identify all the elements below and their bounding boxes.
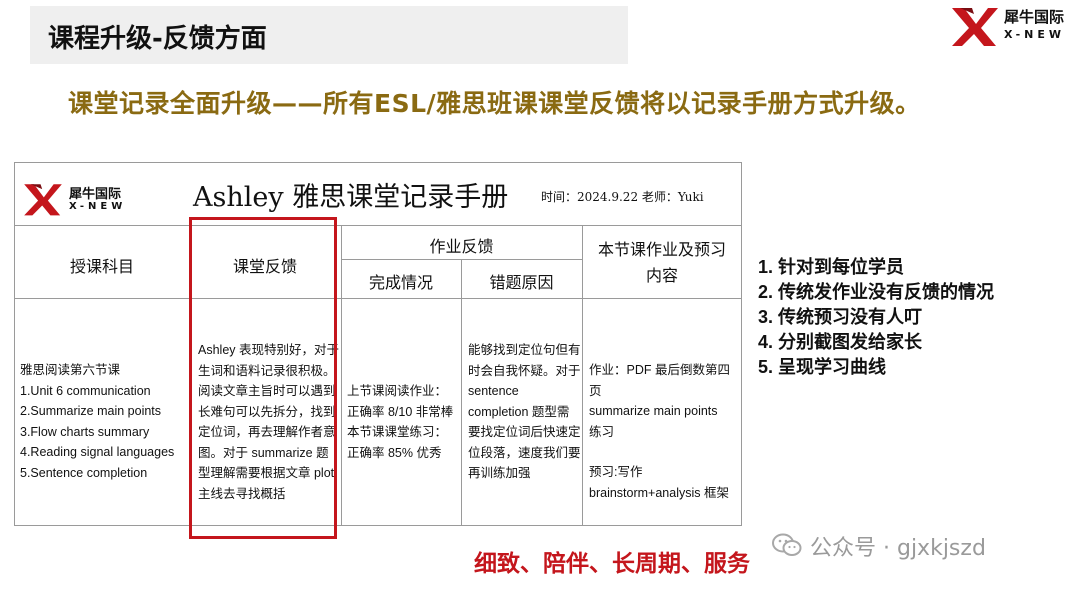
error-line: 再训练加强 [468, 466, 531, 480]
error-line: 要找定位词后快速定 [468, 425, 581, 439]
error-reason-cell: 能够找到定位句但有 时会自我怀疑。对于 sentence completion … [468, 340, 582, 484]
benefit-item: 3. 传统预习没有人叮 [758, 307, 923, 327]
subject-line: 4.Reading signal languages [20, 445, 175, 459]
benefit-list: 1. 针对到每位学员 2. 传统发作业没有反馈的情况 3. 传统预习没有人叮 4… [758, 255, 994, 380]
handbook-logo: 犀牛国际 X-NEW [21, 181, 131, 219]
benefit-item: 4. 分别截图发给家长 [758, 332, 923, 352]
brand-name-en: X-NEW [1004, 28, 1066, 41]
brand-logo: 犀牛国际 X-NEW [950, 4, 1075, 50]
xnew-logo-icon [24, 184, 62, 216]
slide-title: 课程升级-反馈方面 [48, 24, 267, 54]
error-line: sentence [468, 384, 519, 398]
completion-line: 上节课阅读作业： [347, 384, 448, 398]
header-homework-feedback: 作业反馈 [429, 237, 494, 256]
handbook-title: Ashley 雅思课堂记录手册 [193, 182, 509, 213]
header-next-assignment: 本节课作业及预习内容 [597, 240, 726, 285]
benefit-item: 5. 呈现学习曲线 [758, 357, 887, 377]
handbook-logo-cn: 犀牛国际 [69, 187, 122, 202]
slogan: 细致、陪伴、长周期、服务 [474, 551, 750, 577]
header-completion: 完成情况 [368, 273, 433, 292]
brand-name-cn: 犀牛国际 [1004, 8, 1065, 26]
completion-line: 正确率 8/10 非常棒 [347, 404, 454, 419]
benefit-item: 2. 传统发作业没有反馈的情况 [758, 282, 995, 302]
next-line: 练习 [589, 424, 615, 439]
subject-line: 5.Sentence completion [20, 465, 148, 480]
subject-line: 雅思阅读第六节课 [20, 363, 121, 377]
next-line: summarize main points [589, 404, 718, 418]
completion-cell: 上节课阅读作业： 正确率 8/10 非常棒 本节课课堂练习： 正确率 85% 优… [347, 381, 461, 463]
error-line: completion 题型需 [468, 404, 570, 419]
headline: 课堂记录全面升级——所有ESL/雅思班课课堂反馈将以记录手册方式升级。 [68, 89, 921, 118]
next-line: brainstorm+analysis 框架 [589, 485, 729, 500]
error-line: 位段落，速度我们要 [468, 445, 581, 460]
header-subject: 授课科目 [69, 257, 134, 276]
watermark: 公众号 · gjxkjszd [810, 536, 986, 561]
handbook-header: 犀牛国际 X-NEW Ashley 雅思课堂记录手册 时间：2024.9.22 … [15, 163, 741, 226]
subject-cell: 雅思阅读第六节课 1.Unit 6 communication 2.Summar… [20, 360, 188, 483]
record-handbook: 犀牛国际 X-NEW Ashley 雅思课堂记录手册 时间：2024.9.22 … [14, 162, 742, 526]
header-error-reason: 错题原因 [489, 273, 554, 292]
next-line: 作业：PDF 最后倒数第四页 [589, 363, 730, 398]
benefit-item: 1. 针对到每位学员 [758, 257, 905, 277]
completion-line: 正确率 85% 优秀 [347, 445, 442, 460]
subject-line: 3.Flow charts summary [20, 424, 150, 439]
handbook-meta: 时间：2024.9.22 老师：Yuki [541, 190, 704, 204]
subject-line: 1.Unit 6 communication [20, 383, 151, 398]
next-assignment-cell: 作业：PDF 最后倒数第四页 summarize main points 练习 … [589, 360, 739, 503]
next-line: 预习:写作 [589, 465, 643, 479]
feedback-highlight-box [189, 217, 337, 539]
error-line: 能够找到定位句但有 [468, 343, 581, 357]
wechat-icon [772, 533, 802, 556]
handbook-logo-en: X-NEW [69, 201, 127, 212]
title-bar: 课程升级-反馈方面 [30, 6, 628, 64]
subject-line: 2.Summarize main points [20, 404, 162, 418]
completion-line: 本节课课堂练习： [347, 425, 448, 439]
next-line [589, 442, 739, 462]
error-line: 时会自我怀疑。对于 [468, 363, 581, 378]
xnew-logo-icon [952, 8, 998, 46]
